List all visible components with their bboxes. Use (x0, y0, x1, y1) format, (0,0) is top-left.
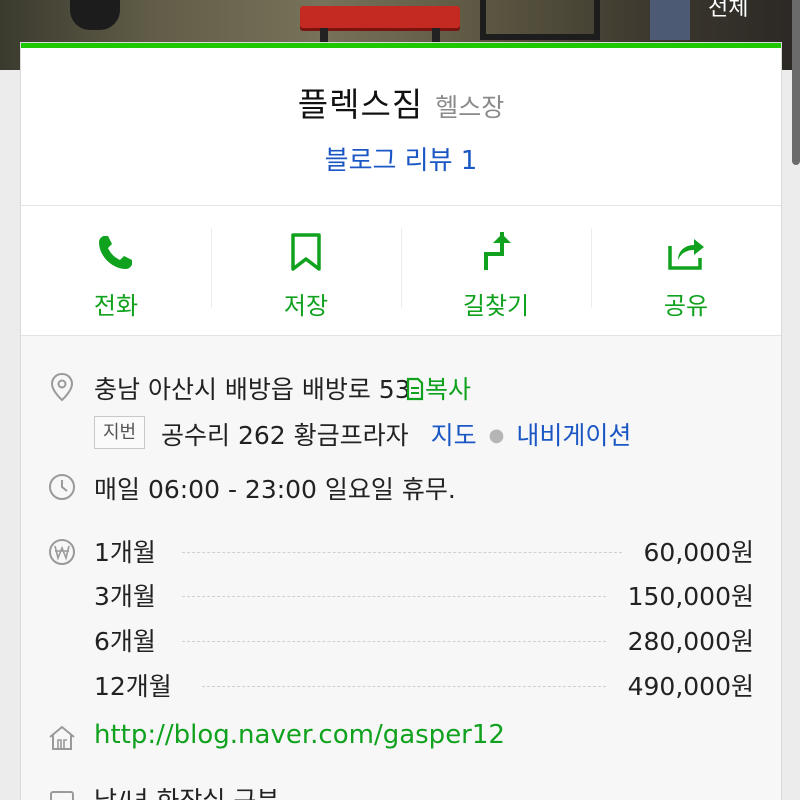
location-pin-icon (50, 372, 74, 402)
dotted-leader (202, 686, 606, 687)
copy-label: 복사 (425, 375, 472, 404)
photo-person (650, 0, 690, 40)
share-icon (668, 239, 704, 270)
place-header: 플렉스짐 헬스장 블로그 리뷰 1 (21, 48, 781, 206)
page: 전체 플렉스짐 헬스장 블로그 리뷰 1 전화 저장 길찾기 공유 충남 아산시… (0, 0, 800, 800)
price-row: 12개월 490,000원 (94, 667, 754, 703)
directions-icon (484, 232, 511, 270)
facility-row: 남/녀 화장실 구분 (21, 780, 781, 800)
clock-icon (49, 474, 75, 500)
hours-row: 매일 06:00 - 23:00 일요일 휴무. (21, 468, 781, 508)
facility-icon (50, 791, 74, 800)
facility-text: 남/녀 화장실 구분 (94, 781, 279, 800)
place-category: 헬스장 (435, 93, 505, 122)
directions-button[interactable]: 길찾기 (401, 206, 591, 335)
scrollbar[interactable] (792, 0, 800, 165)
place-info: 충남 아산시 배방읍 배방로 53 복사 지번 공수리 262 황금프라자 지도… (21, 336, 781, 800)
jibun-row: 지번 공수리 262 황금프라자 지도 ● 내비게이션 (21, 416, 781, 456)
save-label: 저장 (283, 292, 329, 320)
road-address: 충남 아산시 배방읍 배방로 53 (94, 375, 411, 404)
photo-equipment (70, 0, 120, 30)
navigation-link[interactable]: 내비게이션 (516, 421, 631, 450)
address-row: 충남 아산시 배방읍 배방로 53 복사 (21, 368, 781, 408)
jibun-address: 공수리 262 황금프라자 (161, 421, 409, 450)
price-row: 3개월 150,000원 (94, 577, 754, 613)
view-all-photos-link[interactable]: 전체 (708, 0, 748, 22)
bookmark-icon (291, 233, 321, 271)
call-button[interactable]: 전화 (21, 206, 211, 335)
price-value: 60,000원 (643, 538, 754, 567)
action-bar: 전화 저장 길찾기 공유 (21, 206, 781, 336)
price-plan: 3개월 (94, 582, 156, 611)
business-hours: 매일 06:00 - 23:00 일요일 휴무. (94, 475, 456, 504)
photo-bench (300, 6, 460, 28)
blog-review-link[interactable]: 블로그 리뷰 1 (21, 140, 781, 177)
price-plan: 6개월 (94, 627, 156, 656)
price-row: 1개월 60,000원 (94, 533, 754, 569)
price-plan: 12개월 (94, 672, 172, 701)
place-name[interactable]: 플렉스짐 (298, 85, 423, 124)
title-row: 플렉스짐 헬스장 (21, 78, 781, 126)
dotted-leader (182, 641, 606, 642)
price-value: 150,000원 (627, 582, 754, 611)
photo-rack (480, 0, 600, 40)
price-section: 1개월 60,000원 3개월 150,000원 6개월 280,000원 12… (21, 533, 781, 713)
won-icon (49, 539, 75, 565)
jibun-tag: 지번 (94, 416, 146, 449)
map-link[interactable]: 지도 (431, 421, 477, 450)
directions-label: 길찾기 (462, 292, 530, 320)
separator-dot: ● (488, 425, 505, 446)
homepage-link[interactable]: http://blog.naver.com/gasper12 (94, 720, 505, 750)
price-plan: 1개월 (94, 538, 156, 567)
place-card: 플렉스짐 헬스장 블로그 리뷰 1 전화 저장 길찾기 공유 충남 아산시 배방… (20, 42, 782, 800)
share-label: 공유 (663, 292, 709, 320)
jibun-address-line: 공수리 262 황금프라자 지도 ● 내비게이션 (161, 416, 631, 452)
dotted-leader (182, 596, 606, 597)
price-row: 6개월 280,000원 (94, 622, 754, 658)
price-value: 490,000원 (627, 672, 754, 701)
home-icon (49, 725, 75, 750)
copy-address-button[interactable]: 복사 (405, 370, 471, 406)
call-label: 전화 (93, 292, 139, 320)
copy-icon (406, 377, 424, 401)
save-button[interactable]: 저장 (211, 206, 401, 335)
phone-icon (99, 236, 132, 269)
photo-bench-leg (432, 28, 440, 42)
price-value: 280,000원 (627, 627, 754, 656)
homepage-row: http://blog.naver.com/gasper12 (21, 719, 781, 759)
dotted-leader (182, 552, 622, 553)
photo-bench-leg (320, 28, 328, 42)
share-button[interactable]: 공유 (591, 206, 781, 335)
